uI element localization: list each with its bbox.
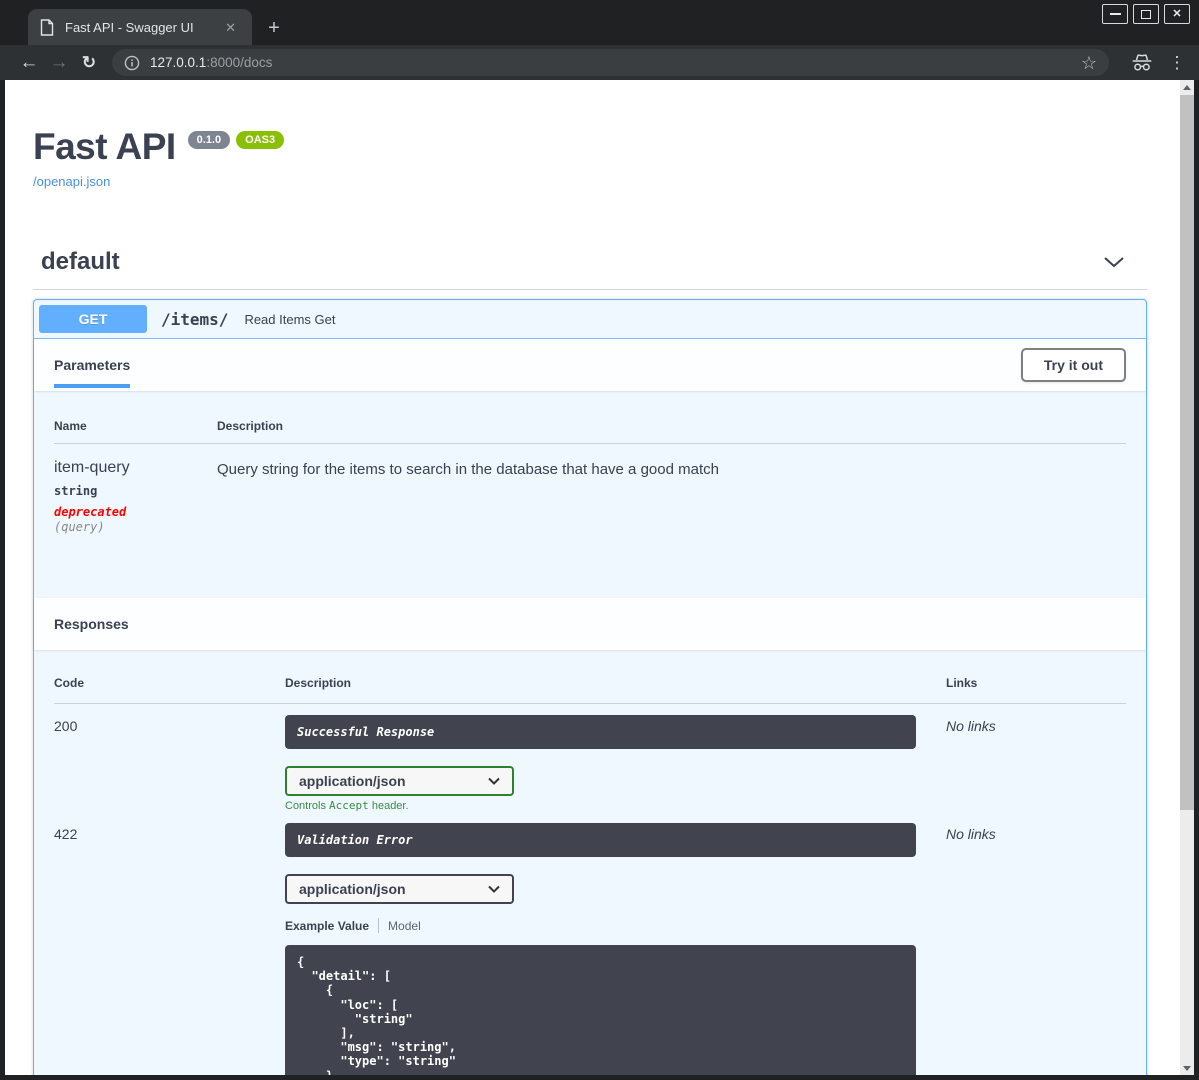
response-description-panel: Successful Response — [285, 715, 916, 749]
url-host: 127.0.0.1 — [150, 55, 207, 70]
select-chevron-icon — [488, 885, 500, 893]
openapi-spec-link[interactable]: /openapi.json — [33, 174, 110, 189]
vertical-scrollbar[interactable] — [1180, 80, 1194, 1075]
tag-header[interactable]: default — [33, 248, 1147, 290]
parameters-table-head: Name Description — [54, 419, 1126, 444]
parameter-description: Query string for the items to search in … — [217, 461, 719, 478]
version-badges: 0.1.0 OAS3 — [187, 131, 285, 150]
site-info-icon[interactable] — [124, 55, 140, 71]
parameter-meta: item-query string deprecated (query) — [54, 459, 217, 534]
parameters-header: Parameters Try it out — [34, 339, 1146, 391]
minimize-button[interactable] — [1102, 4, 1128, 24]
close-button[interactable]: ✕ — [1164, 4, 1190, 24]
window-controls: ✕ — [1102, 4, 1190, 24]
opblock-get-items: GET /items/ Read Items Get Parameters Tr… — [33, 299, 1147, 1075]
operation-description: Read Items Get — [244, 311, 336, 327]
parameter-location: (query) — [54, 520, 105, 534]
response-200-description-cell: Successful Response application/json Con… — [285, 715, 946, 812]
col-header-code: Code — [54, 676, 84, 690]
parameter-type: string — [54, 484, 98, 498]
parameter-name: item-query — [54, 459, 130, 476]
forward-icon[interactable]: → — [44, 49, 74, 77]
responses-label: Responses — [54, 616, 129, 632]
responses-table-head: Code Description Links — [54, 676, 1126, 704]
media-type-value: application/json — [299, 881, 406, 897]
page-viewport: Fast API 0.1.0 OAS3 /openapi.json defaul… — [5, 80, 1180, 1075]
url-text: 127.0.0.1:8000/docs — [150, 55, 272, 70]
parameters-table: Name Description item-query string depre… — [34, 391, 1146, 598]
tag-name: default — [41, 248, 120, 275]
back-icon[interactable]: ← — [14, 49, 44, 77]
tab-example-value[interactable]: Example Value — [285, 919, 369, 933]
scrollbar-thumb[interactable] — [1180, 95, 1194, 810]
tab-parameters[interactable]: Parameters — [54, 339, 131, 391]
response-description-panel: Validation Error — [285, 823, 916, 857]
tab-strip: Fast API - Swagger UI ✕ + ✕ — [0, 0, 1199, 45]
maximize-button[interactable] — [1133, 4, 1159, 24]
response-code: 422 — [54, 826, 78, 842]
chevron-down-icon[interactable] — [1103, 256, 1125, 268]
triangle-down-icon — [1183, 1065, 1191, 1071]
address-bar[interactable]: 127.0.0.1:8000/docs ☆ — [112, 49, 1109, 76]
media-type-select-422[interactable]: application/json — [285, 874, 514, 904]
operation-path: /items/ — [161, 309, 229, 329]
media-type-value: application/json — [299, 773, 406, 789]
oas-badge: OAS3 — [236, 131, 285, 150]
swagger-ui: Fast API 0.1.0 OAS3 /openapi.json defaul… — [5, 80, 1180, 1075]
response-links: No links — [946, 826, 996, 842]
browser-menu-icon[interactable]: ⋮ — [1167, 54, 1187, 71]
minimize-icon — [1109, 13, 1121, 15]
example-model-tabs: Example Value Model — [285, 918, 946, 933]
response-422-description-cell: Validation Error application/json Exampl… — [285, 823, 946, 1075]
tab-model[interactable]: Model — [388, 919, 421, 933]
response-row-422: 422 Validation Error application/json Ex… — [54, 812, 1126, 1075]
select-chevron-icon — [488, 777, 500, 785]
tab-title: Fast API - Swagger UI — [65, 19, 194, 35]
tab-separator — [378, 918, 380, 933]
response-links: No links — [946, 718, 996, 734]
tab-close-icon[interactable]: ✕ — [221, 19, 240, 36]
browser-window: Fast API - Swagger UI ✕ + ✕ ← → ↻ 127.0.… — [0, 0, 1199, 1080]
browser-tab[interactable]: Fast API - Swagger UI ✕ — [28, 9, 252, 45]
accept-note-prefix: Controls — [285, 800, 330, 812]
col-header-name: Name — [54, 419, 87, 433]
try-it-out-button[interactable]: Try it out — [1020, 348, 1126, 382]
col-header-description: Description — [217, 419, 284, 433]
maximize-icon — [1141, 9, 1151, 19]
triangle-up-icon — [1183, 84, 1191, 90]
operation-summary[interactable]: GET /items/ Read Items Get — [34, 300, 1146, 339]
api-info: Fast API 0.1.0 OAS3 /openapi.json — [33, 80, 1147, 191]
accept-note-code: Accept — [329, 799, 369, 812]
version-badge: 0.1.0 — [187, 131, 231, 150]
parameter-row: item-query string deprecated (query) Que… — [54, 444, 1126, 534]
scrollbar-down-arrow[interactable] — [1180, 1061, 1194, 1075]
page-title: Fast API — [33, 126, 176, 167]
responses-header: Responses — [34, 598, 1146, 650]
close-icon: ✕ — [1172, 7, 1182, 20]
bookmark-star-icon[interactable]: ☆ — [1081, 54, 1097, 72]
media-type-select-200[interactable]: application/json — [285, 766, 514, 796]
accept-note-suffix: header. — [368, 800, 409, 812]
tag-section-default: default GET /items/ Read Items Get Param… — [33, 248, 1147, 1075]
responses-table: Code Description Links 200 Successful Re… — [34, 650, 1146, 1075]
accept-header-note: Controls Accept header. — [285, 799, 946, 812]
response-row-200: 200 Successful Response application/json… — [54, 704, 1126, 812]
incognito-icon — [1131, 53, 1153, 72]
page-favicon-icon — [40, 18, 54, 36]
response-code: 200 — [54, 718, 78, 734]
parameter-deprecated-flag: deprecated — [54, 505, 127, 519]
example-json-block: { "detail": [ { "loc": [ "string" ], "ms… — [285, 945, 916, 1075]
scrollbar-up-arrow[interactable] — [1180, 80, 1194, 94]
new-tab-button[interactable]: + — [262, 16, 286, 40]
col-header-links: Links — [946, 676, 978, 690]
reload-icon[interactable]: ↻ — [74, 49, 104, 77]
method-badge: GET — [39, 305, 147, 333]
url-path: :8000/docs — [206, 55, 273, 70]
col-header-resp-description: Description — [285, 676, 352, 690]
browser-toolbar: ← → ↻ 127.0.0.1:8000/docs ☆ ⋮ — [0, 45, 1199, 80]
